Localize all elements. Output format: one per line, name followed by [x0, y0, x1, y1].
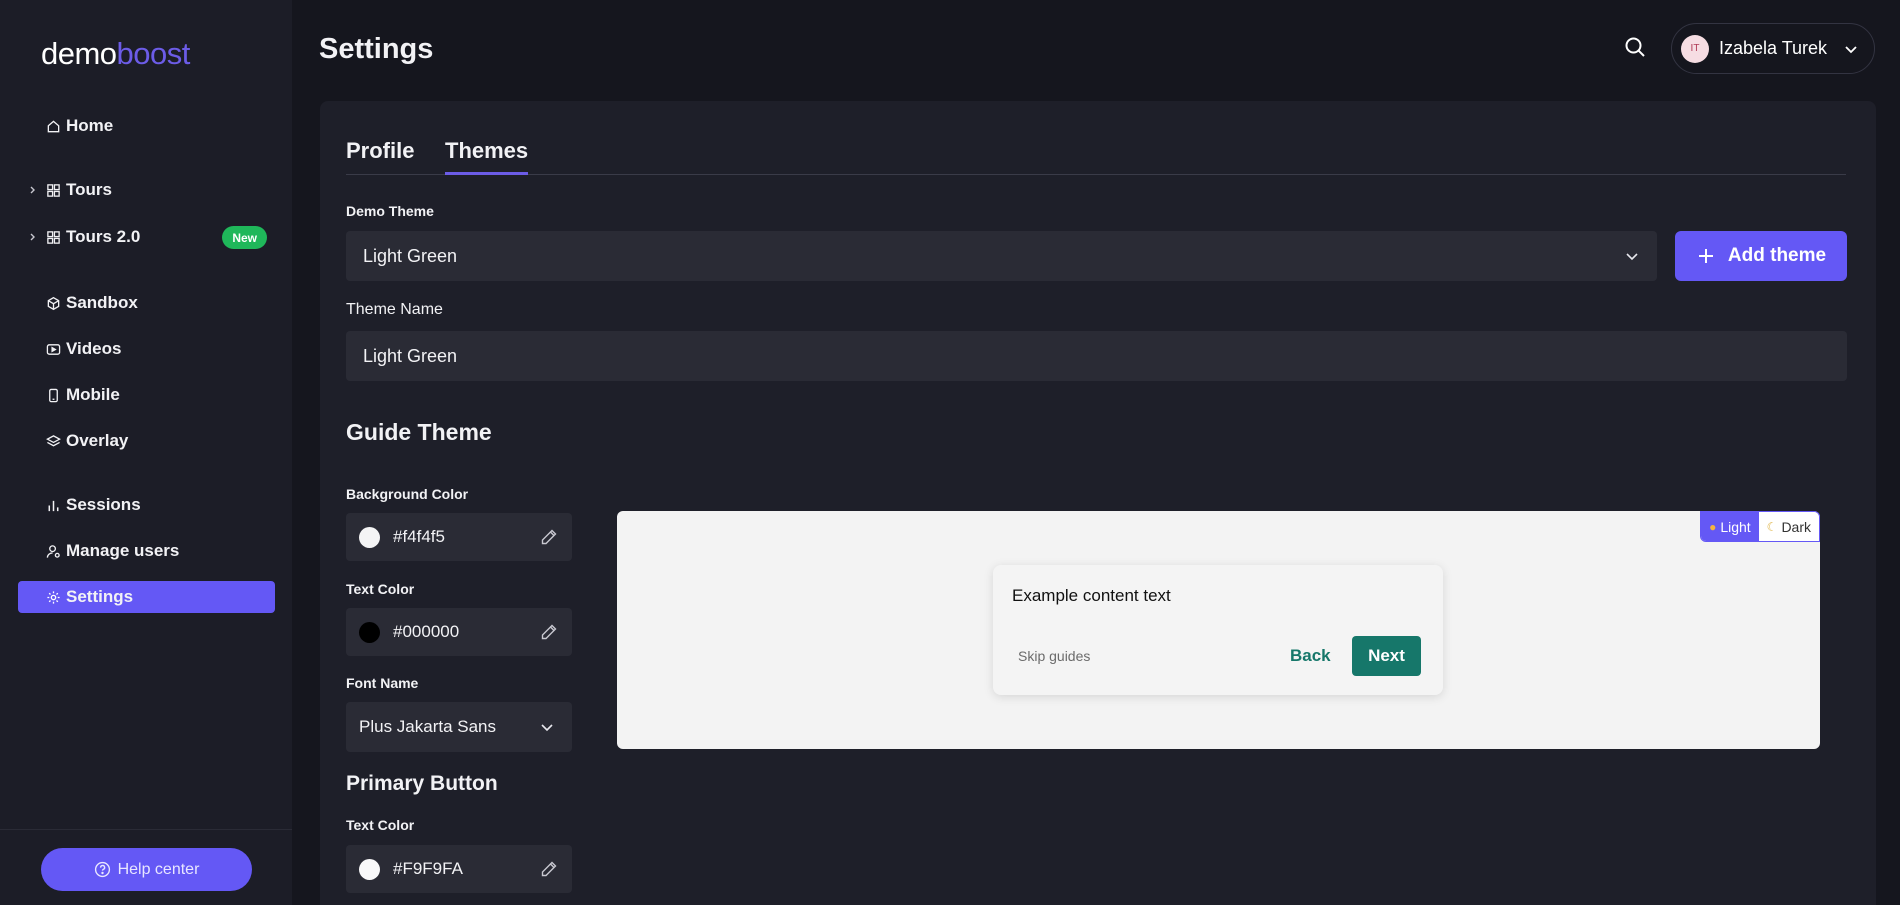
new-badge: New [222, 226, 267, 249]
tab-profile[interactable]: Profile [346, 138, 414, 175]
color-swatch[interactable] [359, 858, 380, 880]
help-circle-icon [94, 861, 110, 878]
help-center-button[interactable]: Help center [41, 848, 252, 891]
next-button[interactable]: Next [1352, 636, 1421, 676]
demo-theme-select[interactable]: Light Green [346, 231, 1657, 281]
bar-chart-icon [45, 497, 61, 513]
video-icon [45, 341, 61, 357]
color-swatch[interactable] [359, 526, 380, 548]
sidebar-item-label: Manage users [66, 541, 180, 560]
background-color-field[interactable]: #f4f4f5 [346, 513, 572, 561]
sidebar-item-label: Mobile [66, 385, 120, 404]
sidebar-item-label: Settings [66, 587, 134, 606]
sidebar-item-label: Tours 2.0 [66, 227, 141, 246]
user-menu[interactable]: IT Izabela Turek [1671, 23, 1875, 74]
avatar: IT [1681, 34, 1709, 63]
chevron-right-icon[interactable] [28, 230, 38, 244]
back-button[interactable]: Back [1290, 646, 1331, 666]
light-mode-label: Light [1720, 518, 1751, 535]
add-theme-button[interactable]: Add theme [1675, 231, 1847, 281]
sidebar-item-label: Home [66, 116, 114, 135]
sidebar-divider [0, 829, 292, 830]
grid-icon [45, 182, 61, 198]
chevron-down-icon [1626, 253, 1638, 261]
guide-content-text: Example content text [1012, 586, 1171, 605]
gear-icon [45, 589, 61, 605]
text-color-value: #000000 [393, 622, 460, 641]
font-name-select[interactable]: Plus Jakarta Sans [346, 702, 572, 752]
sidebar-item-sandbox[interactable]: Sandbox [18, 287, 275, 319]
search-icon[interactable] [1623, 35, 1647, 59]
settings-tabs: Profile Themes [346, 138, 1846, 175]
sidebar-item-videos[interactable]: Videos [18, 333, 275, 365]
mode-toggle: ● Light ☾ Dark [1700, 511, 1820, 542]
user-name: Izabela Turek [1719, 38, 1828, 58]
help-center-label: Help center [117, 860, 200, 878]
home-icon [45, 118, 61, 134]
theme-name-value: Light Green [363, 345, 458, 366]
primary-text-color-value: #F9F9FA [393, 859, 463, 878]
chevron-right-icon[interactable] [28, 183, 38, 197]
moon-icon: ☾ [1766, 519, 1778, 534]
logo-part-boost: boost [116, 36, 191, 71]
guide-theme-title: Guide Theme [346, 419, 492, 445]
sidebar-item-label: Tours [66, 180, 112, 199]
pencil-icon[interactable] [540, 528, 558, 546]
demo-theme-value: Light Green [363, 245, 458, 266]
text-color-label: Text Color [346, 581, 415, 597]
dark-mode-label: Dark [1781, 518, 1811, 535]
skip-guides-button[interactable]: Skip guides [1018, 648, 1090, 664]
sidebar-item-label: Sessions [66, 495, 141, 514]
sidebar-item-label: Videos [66, 339, 122, 358]
primary-button-title: Primary Button [346, 772, 498, 795]
plus-icon [1698, 249, 1713, 263]
light-mode-button[interactable]: ● Light [1701, 512, 1759, 541]
sidebar-item-settings[interactable]: Settings [18, 581, 275, 613]
chevron-down-icon [1845, 46, 1857, 54]
primary-text-color-label: Text Color [346, 817, 415, 833]
logo-part-demo: demo [41, 36, 117, 71]
dark-mode-button[interactable]: ☾ Dark [1758, 512, 1819, 541]
logo[interactable]: demoboost [41, 36, 190, 72]
page-title: Settings [319, 33, 434, 65]
font-name-label: Font Name [346, 675, 419, 691]
settings-panel [320, 101, 1876, 905]
cube-icon [45, 295, 61, 311]
background-color-label: Background Color [346, 486, 469, 502]
color-swatch[interactable] [359, 621, 380, 643]
text-color-field[interactable]: #000000 [346, 608, 572, 656]
guide-tooltip-card: Example content text Skip guides Back Ne… [993, 565, 1443, 695]
sidebar-item-home[interactable]: Home [18, 110, 275, 142]
layers-icon [45, 433, 61, 449]
tab-themes[interactable]: Themes [445, 138, 529, 175]
background-color-value: #f4f4f5 [393, 527, 445, 546]
font-name-value: Plus Jakarta Sans [359, 717, 497, 736]
add-theme-label: Add theme [1727, 245, 1827, 266]
sidebar-item-tours-2[interactable]: Tours 2.0 New [18, 221, 275, 253]
grid-icon [45, 229, 61, 245]
sidebar-item-manage-users[interactable]: Manage users [18, 535, 275, 567]
sun-icon: ● [1709, 519, 1717, 534]
theme-name-label: Theme Name [346, 301, 443, 318]
mobile-icon [45, 387, 61, 403]
theme-name-input[interactable]: Light Green [346, 331, 1847, 381]
sidebar-item-label: Sandbox [66, 293, 138, 312]
user-gear-icon [45, 543, 61, 559]
sidebar-item-tours[interactable]: Tours [18, 174, 275, 206]
sidebar-item-overlay[interactable]: Overlay [18, 425, 275, 457]
pencil-icon[interactable] [540, 860, 558, 878]
sidebar-item-sessions[interactable]: Sessions [18, 489, 275, 521]
demo-theme-label: Demo Theme [346, 203, 434, 219]
chevron-down-icon [541, 724, 553, 732]
primary-text-color-field[interactable]: #F9F9FA [346, 845, 572, 893]
pencil-icon[interactable] [540, 623, 558, 641]
sidebar-item-mobile[interactable]: Mobile [18, 379, 275, 411]
guide-preview: ● Light ☾ Dark Example content text Skip… [617, 511, 1820, 749]
sidebar: demoboost Home Tours Tours 2.0 New Sandb… [0, 0, 292, 905]
sidebar-item-label: Overlay [66, 431, 129, 450]
